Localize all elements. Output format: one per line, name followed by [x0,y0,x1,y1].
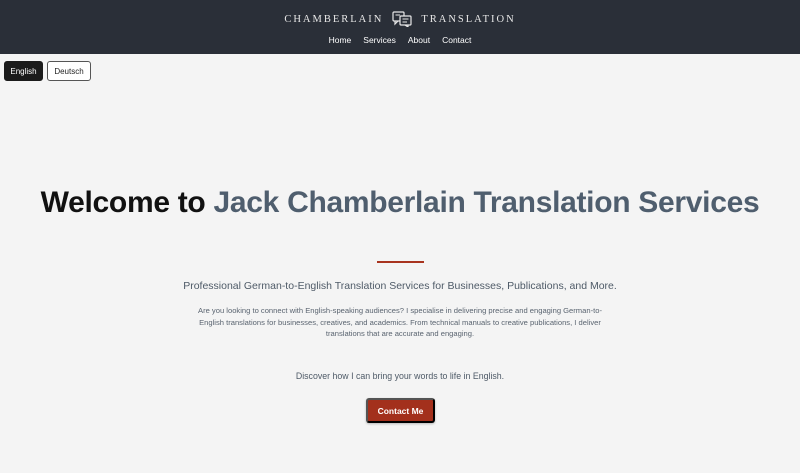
logo-text-left: CHAMBERLAIN [284,13,384,25]
hero-title-prefix: Welcome to [40,186,206,219]
site-header: CHAMBERLAIN TRANSLATION Home Services Ab… [0,0,800,54]
logo-text-right: TRANSLATION [421,13,516,25]
translation-speech-bubbles-icon [392,11,412,29]
discover-text: Discover how I can bring your words to l… [295,371,505,381]
hero-body-text: Are you looking to connect with English-… [198,306,602,338]
nav-about[interactable]: About [408,35,430,45]
contact-me-button[interactable]: Contact Me [366,398,435,423]
language-english-button[interactable]: English [4,61,43,81]
hero-title: Welcome to Jack Chamberlain Translation … [0,187,800,218]
language-deutsch-button[interactable]: Deutsch [47,61,91,81]
nav-home[interactable]: Home [329,35,352,45]
hero-divider [377,261,424,263]
main-nav: Home Services About Contact [0,35,800,45]
nav-contact[interactable]: Contact [442,35,471,45]
nav-services[interactable]: Services [363,35,396,45]
site-logo[interactable]: CHAMBERLAIN TRANSLATION [0,11,800,29]
hero-subtitle: Professional German-to-English Translati… [183,280,617,292]
hero-title-accent: Jack Chamberlain Translation Services [213,186,760,219]
